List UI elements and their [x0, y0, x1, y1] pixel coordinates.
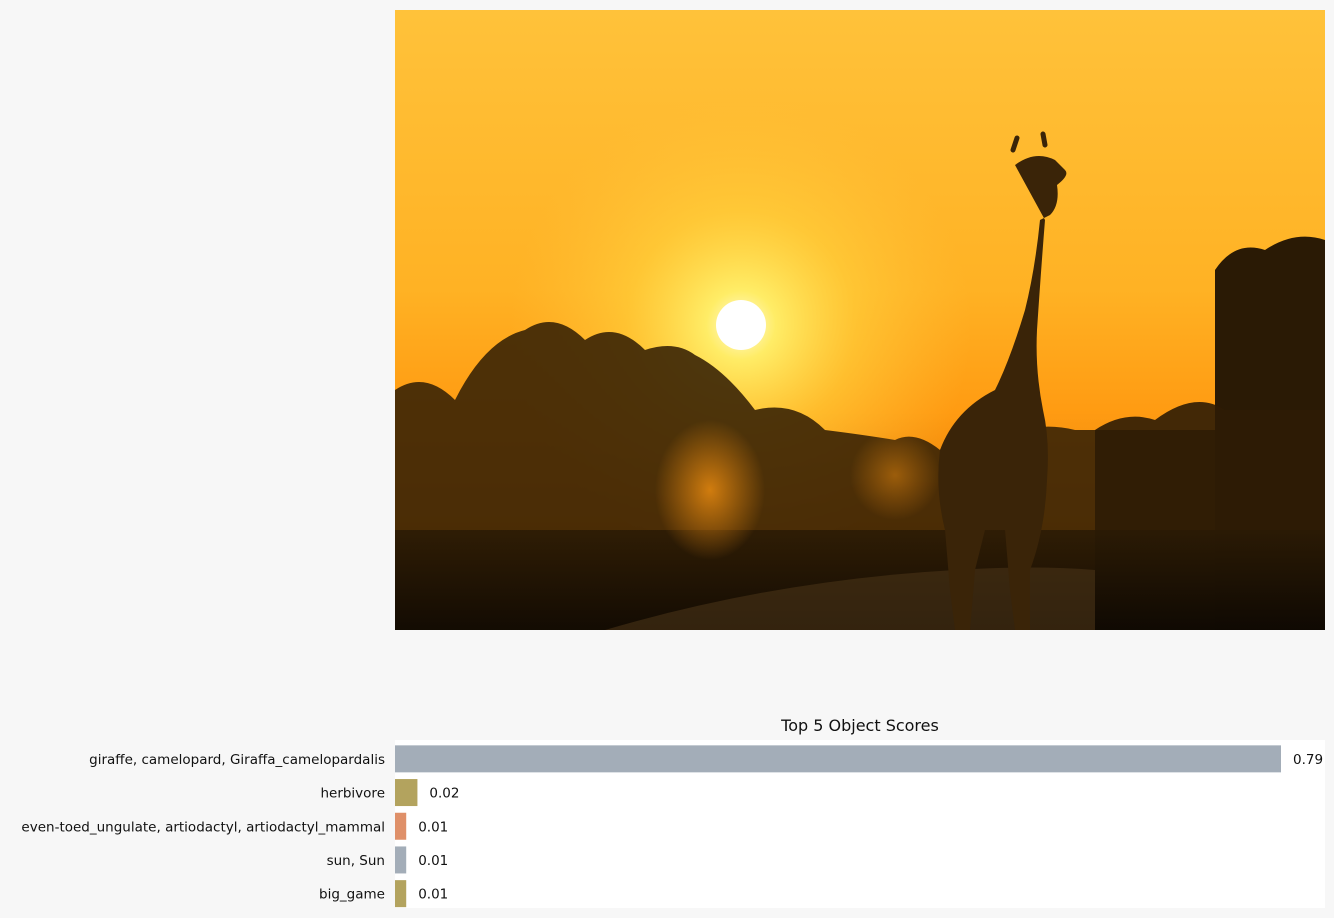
category-label-3: sun, Sun: [327, 853, 385, 869]
bar-4: [395, 880, 407, 908]
value-label-0: 0.79: [1293, 752, 1323, 768]
value-label-1: 0.02: [429, 786, 459, 802]
value-label-4: 0.01: [418, 887, 448, 903]
value-label-2: 0.01: [418, 819, 448, 835]
bar-chart: giraffe, camelopard, Giraffa_cameloparda…: [21, 740, 1325, 908]
category-label-1: herbivore: [320, 786, 385, 802]
chart-title: Top 5 Object Scores: [781, 716, 939, 735]
category-label-4: big_game: [319, 887, 385, 903]
bar-0: [395, 745, 1281, 773]
bar-2: [395, 812, 407, 840]
category-label-2: even-toed_ungulate, artiodactyl, artioda…: [21, 819, 385, 835]
giraffe-sunset-photo: [395, 10, 1325, 630]
category-label-0: giraffe, camelopard, Giraffa_cameloparda…: [89, 752, 385, 768]
bar-3: [395, 846, 407, 874]
bar-1: [395, 779, 418, 807]
value-label-3: 0.01: [418, 853, 448, 869]
